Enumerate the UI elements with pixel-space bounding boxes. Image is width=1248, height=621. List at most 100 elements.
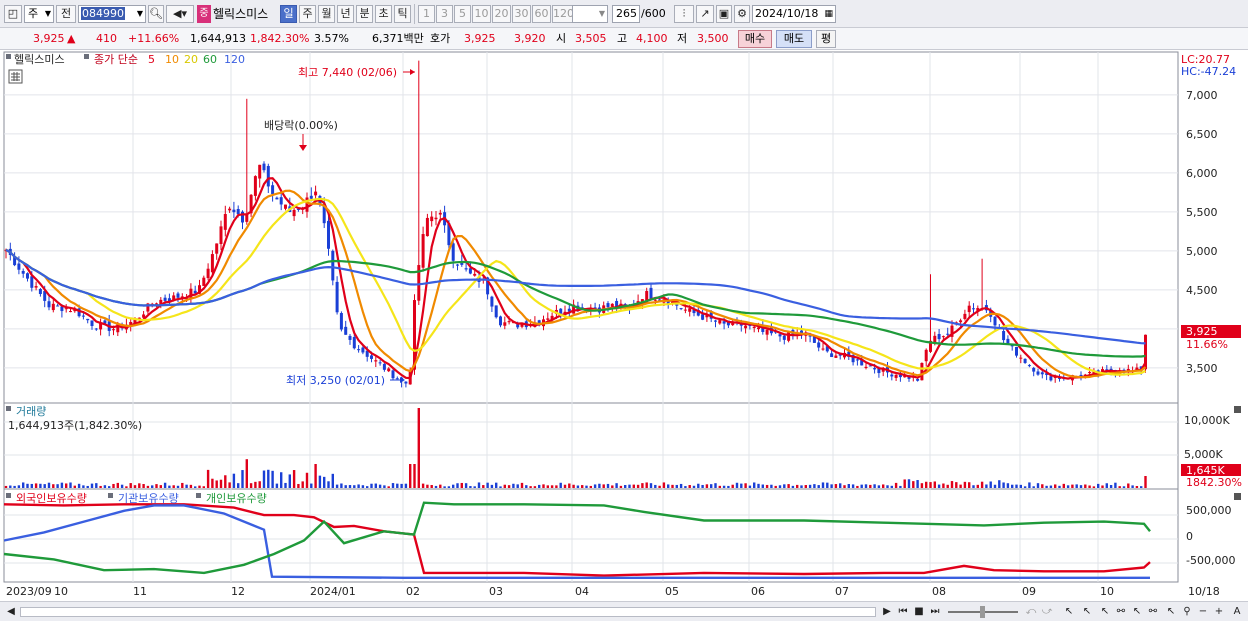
speaker-icon[interactable]: ◀▾ (166, 5, 194, 23)
volume-bar (292, 470, 296, 488)
price-tick-label: 5,500 (1186, 206, 1218, 219)
bar-count-input[interactable]: 265 (612, 5, 640, 23)
scroll-track[interactable] (20, 607, 876, 617)
cursor-icon[interactable]: ↖ (1130, 605, 1144, 619)
x-axis-label: 02 (406, 585, 420, 598)
up-arrow-icon: ▲ (67, 32, 76, 45)
stock-chart[interactable]: 헬릭스미스 종가 단순 5 10 20 60 120 LC:20.77 HC:-… (0, 50, 1248, 601)
volume-bar (796, 484, 799, 488)
stop-icon[interactable]: ■ (912, 605, 926, 619)
volume-bar (770, 484, 773, 488)
volume-panel[interactable] (3, 402, 1179, 490)
interval-button-3[interactable]: 3 (436, 5, 453, 23)
volume-bar (262, 470, 266, 488)
search-icon[interactable]: ⚲ (1180, 605, 1194, 619)
candle-body (245, 214, 249, 222)
chart-area[interactable]: 헬릭스미스 종가 단순 5 10 20 60 120 LC:20.77 HC:-… (0, 50, 1248, 601)
volume-bar (4, 485, 8, 488)
speed-slider-handle[interactable] (980, 606, 985, 618)
draw-tool-icon[interactable]: ↗ (696, 5, 714, 23)
candle-body (946, 333, 950, 335)
close-icon[interactable] (1234, 493, 1241, 500)
search-icon[interactable]: 🔍︎ (148, 5, 164, 23)
volume-bar (804, 485, 807, 488)
scroll-left-icon[interactable]: ◀ (4, 605, 18, 619)
forward-icon[interactable]: ⏭ (928, 605, 942, 619)
candle-body (890, 374, 894, 377)
candle-icon[interactable]: ⫶ (674, 5, 694, 23)
volume-bar (740, 483, 743, 488)
gear-icon[interactable]: ⚙ (734, 5, 750, 23)
period-button-4[interactable]: 분 (356, 5, 373, 23)
volume-bar (400, 483, 403, 488)
volume-bar (916, 480, 919, 488)
candle-body (284, 204, 287, 209)
interval-button-120[interactable]: 120 (552, 5, 574, 23)
date-input[interactable]: 2024/10/18 ▦ (752, 5, 836, 23)
volume-bar (486, 482, 489, 488)
volume-bar (357, 484, 360, 488)
period-button-5[interactable]: 초 (375, 5, 392, 23)
chart-scrollbar[interactable]: ◀ ▶ ⏮ ■ ⏭ ⤺ ⤻ ↖ ↖ ↖ ⚯ ↖ ⚯ ↖ ⚲ − + A (0, 601, 1248, 621)
link-icon[interactable]: ⚯ (1114, 605, 1128, 619)
interval-button-5[interactable]: 5 (454, 5, 471, 23)
buy-button[interactable]: 매수 (738, 30, 772, 48)
candle-body (993, 316, 997, 326)
layout-icon[interactable]: ◰ (4, 5, 22, 23)
period-button-2[interactable]: 월 (318, 5, 335, 23)
sell-button[interactable]: 매도 (776, 30, 812, 48)
candle-body (56, 305, 60, 307)
interval-button-20[interactable]: 20 (492, 5, 511, 23)
candle-body (352, 337, 356, 349)
zoom-icon[interactable]: ⤻ (1040, 605, 1054, 619)
interval-select[interactable]: ▼ (572, 5, 608, 23)
volume-bar (73, 485, 76, 488)
holders-panel[interactable] (3, 488, 1179, 583)
cursor-icon[interactable]: ↖ (1080, 605, 1094, 619)
zoom-in-icon[interactable]: + (1212, 605, 1226, 619)
play-icon[interactable]: ▶ (880, 605, 894, 619)
zoom-out-icon[interactable]: − (1196, 605, 1210, 619)
x-axis-label: 07 (835, 585, 849, 598)
market-select[interactable]: 주 ▼ (24, 5, 54, 23)
eval-button[interactable]: 평 (816, 30, 836, 48)
volume-bar (765, 484, 769, 488)
rewind-icon[interactable]: ⏮ (896, 605, 910, 619)
cursor-icon[interactable]: ↖ (1062, 605, 1076, 619)
zoom-icon[interactable]: ⤺ (1024, 605, 1038, 619)
prev-button[interactable]: 전 (56, 5, 76, 23)
volume-bar (383, 485, 386, 488)
volume-bar (783, 484, 786, 488)
volume-bar (843, 485, 846, 488)
volume-bar (69, 482, 72, 488)
price-panel[interactable] (3, 51, 1179, 404)
volume-bar (860, 484, 863, 488)
font-size-icon[interactable]: A (1230, 605, 1244, 619)
dividend-annotation: 배당락(0.00%) (264, 119, 338, 132)
save-icon[interactable]: ▣ (716, 5, 732, 23)
candle-body (17, 263, 21, 270)
interval-button-10[interactable]: 10 (472, 5, 491, 23)
volume-bar (907, 479, 911, 488)
date-value: 2024/10/18 (755, 7, 819, 20)
period-button-3[interactable]: 년 (337, 5, 354, 23)
volume-bar (125, 486, 128, 488)
volume-bar (361, 485, 365, 488)
period-button-1[interactable]: 주 (299, 5, 316, 23)
volume-bar (469, 486, 472, 488)
cursor-icon[interactable]: ↖ (1164, 605, 1178, 619)
period-button-0[interactable]: 일 (280, 5, 297, 23)
interval-button-30[interactable]: 30 (512, 5, 531, 23)
close-icon[interactable] (1234, 406, 1241, 413)
stock-code-input[interactable]: 084990 ▼ (78, 5, 146, 23)
volume-bar (585, 485, 588, 488)
link-icon[interactable]: ⚯ (1146, 605, 1160, 619)
candle-body (701, 314, 705, 320)
volume-bar (90, 483, 94, 488)
candle-body (94, 328, 98, 330)
cursor-icon[interactable]: ↖ (1098, 605, 1112, 619)
candle-body (275, 197, 279, 200)
interval-button-1[interactable]: 1 (418, 5, 435, 23)
interval-button-60[interactable]: 60 (532, 5, 551, 23)
period-button-6[interactable]: 틱 (394, 5, 411, 23)
